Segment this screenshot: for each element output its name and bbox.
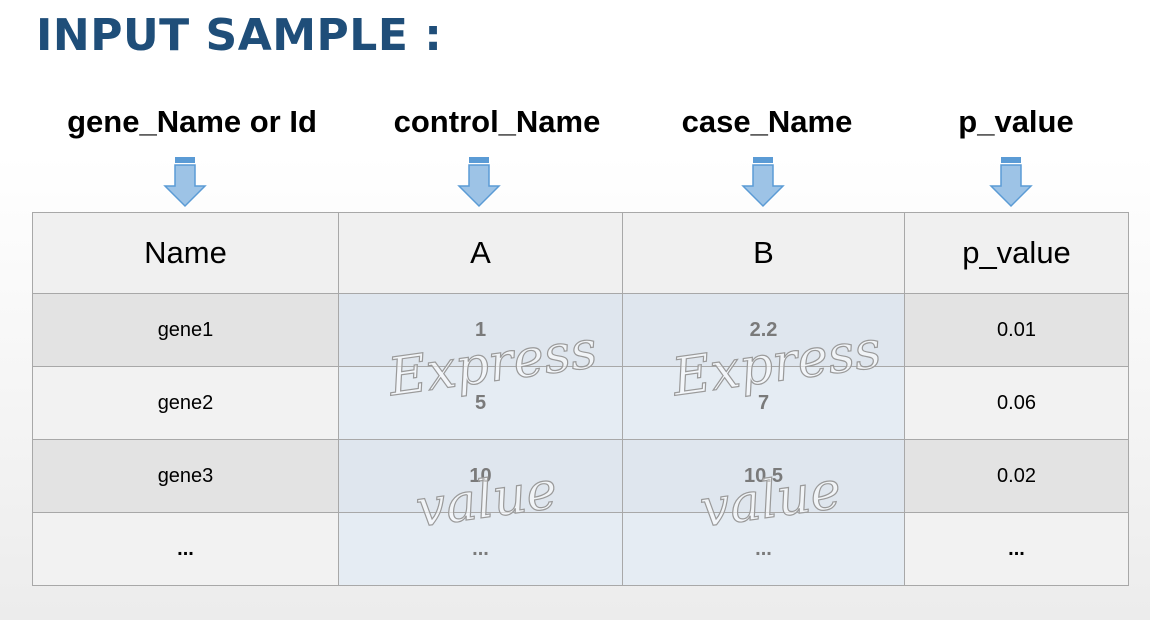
column-label-case: case_Name (681, 104, 853, 139)
case-value-cell: 10.5 (622, 439, 905, 513)
control-value-cell: 1 (338, 293, 623, 367)
down-arrow-icon (457, 157, 501, 208)
pvalue-cell: 0.02 (904, 439, 1129, 513)
column-label-gene: gene_Name or Id (67, 104, 317, 139)
down-arrow-icon (163, 157, 207, 208)
table-row: gene2 5 7 0.06 (32, 366, 1129, 440)
gene-cell: gene2 (32, 366, 339, 440)
header-case: B (622, 212, 905, 294)
control-value-cell: ... (338, 512, 623, 586)
pvalue-cell: 0.06 (904, 366, 1129, 440)
case-value-cell: 2.2 (622, 293, 905, 367)
control-value-cell: 10 (338, 439, 623, 513)
gene-cell: ... (32, 512, 339, 586)
gene-cell: gene3 (32, 439, 339, 513)
case-value-cell: ... (622, 512, 905, 586)
control-value-cell: 5 (338, 366, 623, 440)
table-header-row: Name A B p_value (32, 212, 1129, 294)
header-name: Name (32, 212, 339, 294)
table-row: gene1 1 2.2 0.01 (32, 293, 1129, 367)
gene-cell: gene1 (32, 293, 339, 367)
header-control: A (338, 212, 623, 294)
case-value-cell: 7 (622, 366, 905, 440)
header-pvalue: p_value (904, 212, 1129, 294)
down-arrow-icon (989, 157, 1033, 208)
down-arrow-icon (741, 157, 785, 208)
column-label-pvalue: p_value (958, 104, 1074, 139)
input-sample-table: Name A B p_value gene1 1 2.2 0.01 gene2 … (32, 212, 1129, 586)
pvalue-cell: 0.01 (904, 293, 1129, 367)
table-row: ... ... ... ... (32, 512, 1129, 586)
column-label-control: control_Name (393, 104, 601, 139)
pvalue-cell: ... (904, 512, 1129, 586)
page-title: INPUT SAMPLE : (36, 10, 443, 61)
table-row: gene3 10 10.5 0.02 (32, 439, 1129, 513)
